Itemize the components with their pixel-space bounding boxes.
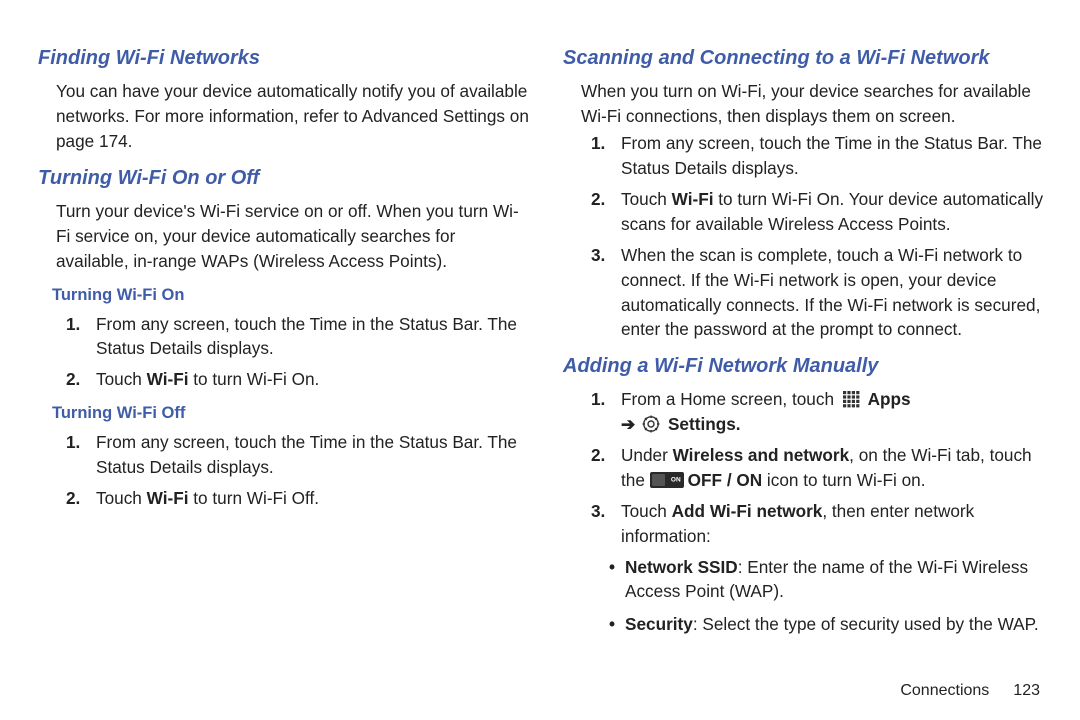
step: 2.Touch Wi-Fi to turn Wi-Fi On. Your dev… bbox=[621, 187, 1054, 237]
arrow-icon: ➔ bbox=[621, 414, 635, 434]
left-column: Finding Wi-Fi Networks You can have your… bbox=[38, 44, 529, 644]
steps-wifi-off: 1.From any screen, touch the Time in the… bbox=[38, 430, 529, 511]
text: Touch bbox=[96, 369, 147, 389]
step-text: From any screen, touch the Time in the S… bbox=[621, 133, 1042, 178]
para-finding-wifi: You can have your device automatically n… bbox=[38, 79, 529, 154]
steps-adding: 1. From a Home screen, touch Apps ➔ bbox=[563, 387, 1054, 549]
step: 1.From any screen, touch the Time in the… bbox=[621, 131, 1054, 181]
text: Under bbox=[621, 445, 673, 465]
footer-section: Connections bbox=[900, 682, 989, 699]
step: 2.Touch Wi-Fi to turn Wi-Fi On. bbox=[96, 367, 529, 392]
page-footer: Connections 123 bbox=[900, 682, 1040, 700]
bullet: Network SSID: Enter the name of the Wi-F… bbox=[625, 555, 1054, 604]
bold-off-on: OFF / ON bbox=[688, 470, 762, 490]
bold-wireless: Wireless and network bbox=[673, 445, 850, 465]
footer-page-number: 123 bbox=[1013, 682, 1040, 699]
text: Touch bbox=[621, 189, 672, 209]
subheading-wifi-on: Turning Wi-Fi On bbox=[38, 284, 529, 308]
bold-settings: Settings. bbox=[668, 414, 741, 434]
text: to turn Wi-Fi Off. bbox=[189, 488, 320, 508]
para-turning-wifi: Turn your device's Wi-Fi service on or o… bbox=[38, 199, 529, 274]
step: 3.When the scan is complete, touch a Wi-… bbox=[621, 243, 1054, 343]
settings-gear-icon bbox=[642, 415, 660, 433]
step: 2.Touch Wi-Fi to turn Wi-Fi Off. bbox=[96, 486, 529, 511]
step: 3. Touch Add Wi-Fi network, then enter n… bbox=[621, 499, 1054, 549]
heading-turning-wifi: Turning Wi-Fi On or Off bbox=[38, 164, 529, 193]
right-column: Scanning and Connecting to a Wi-Fi Netwo… bbox=[563, 44, 1054, 644]
steps-scanning: 1.From any screen, touch the Time in the… bbox=[563, 131, 1054, 343]
step-text: When the scan is complete, touch a Wi-Fi… bbox=[621, 245, 1040, 340]
apps-icon bbox=[842, 390, 860, 408]
step: 2. Under Wireless and network, on the Wi… bbox=[621, 443, 1054, 493]
heading-finding-wifi: Finding Wi-Fi Networks bbox=[38, 44, 529, 73]
step-text: From any screen, touch the Time in the S… bbox=[96, 432, 517, 477]
bold-security: Security bbox=[625, 614, 693, 634]
on-off-switch-icon bbox=[650, 472, 684, 488]
bold-addwifi: Add Wi-Fi network bbox=[672, 501, 823, 521]
heading-adding-manually: Adding a Wi-Fi Network Manually bbox=[563, 352, 1054, 381]
text: : Select the type of security used by th… bbox=[693, 614, 1039, 634]
bold-wifi: Wi-Fi bbox=[147, 488, 189, 508]
bold-ssid: Network SSID bbox=[625, 557, 738, 577]
bold-wifi: Wi-Fi bbox=[672, 189, 714, 209]
steps-wifi-on: 1.From any screen, touch the Time in the… bbox=[38, 312, 529, 393]
text: Touch bbox=[96, 488, 147, 508]
link-advanced-settings[interactable]: Advanced Settings bbox=[362, 106, 505, 126]
bullets-network-info: Network SSID: Enter the name of the Wi-F… bbox=[563, 555, 1054, 636]
subheading-wifi-off: Turning Wi-Fi Off bbox=[38, 402, 529, 426]
bold-apps: Apps bbox=[868, 389, 911, 409]
step-text: From any screen, touch the Time in the S… bbox=[96, 314, 517, 359]
manual-page: Finding Wi-Fi Networks You can have your… bbox=[0, 0, 1080, 664]
step: 1.From any screen, touch the Time in the… bbox=[96, 430, 529, 480]
para-scanning: When you turn on Wi-Fi, your device sear… bbox=[563, 79, 1054, 129]
bold-wifi: Wi-Fi bbox=[147, 369, 189, 389]
heading-scanning: Scanning and Connecting to a Wi-Fi Netwo… bbox=[563, 44, 1054, 73]
text: From a Home screen, touch bbox=[621, 389, 839, 409]
text: icon to turn Wi-Fi on. bbox=[762, 470, 925, 490]
bullet: Security: Select the type of security us… bbox=[625, 612, 1054, 636]
step: 1. From a Home screen, touch Apps ➔ bbox=[621, 387, 1054, 437]
text: Touch bbox=[621, 501, 672, 521]
text: to turn Wi-Fi On. bbox=[189, 369, 320, 389]
step: 1.From any screen, touch the Time in the… bbox=[96, 312, 529, 362]
